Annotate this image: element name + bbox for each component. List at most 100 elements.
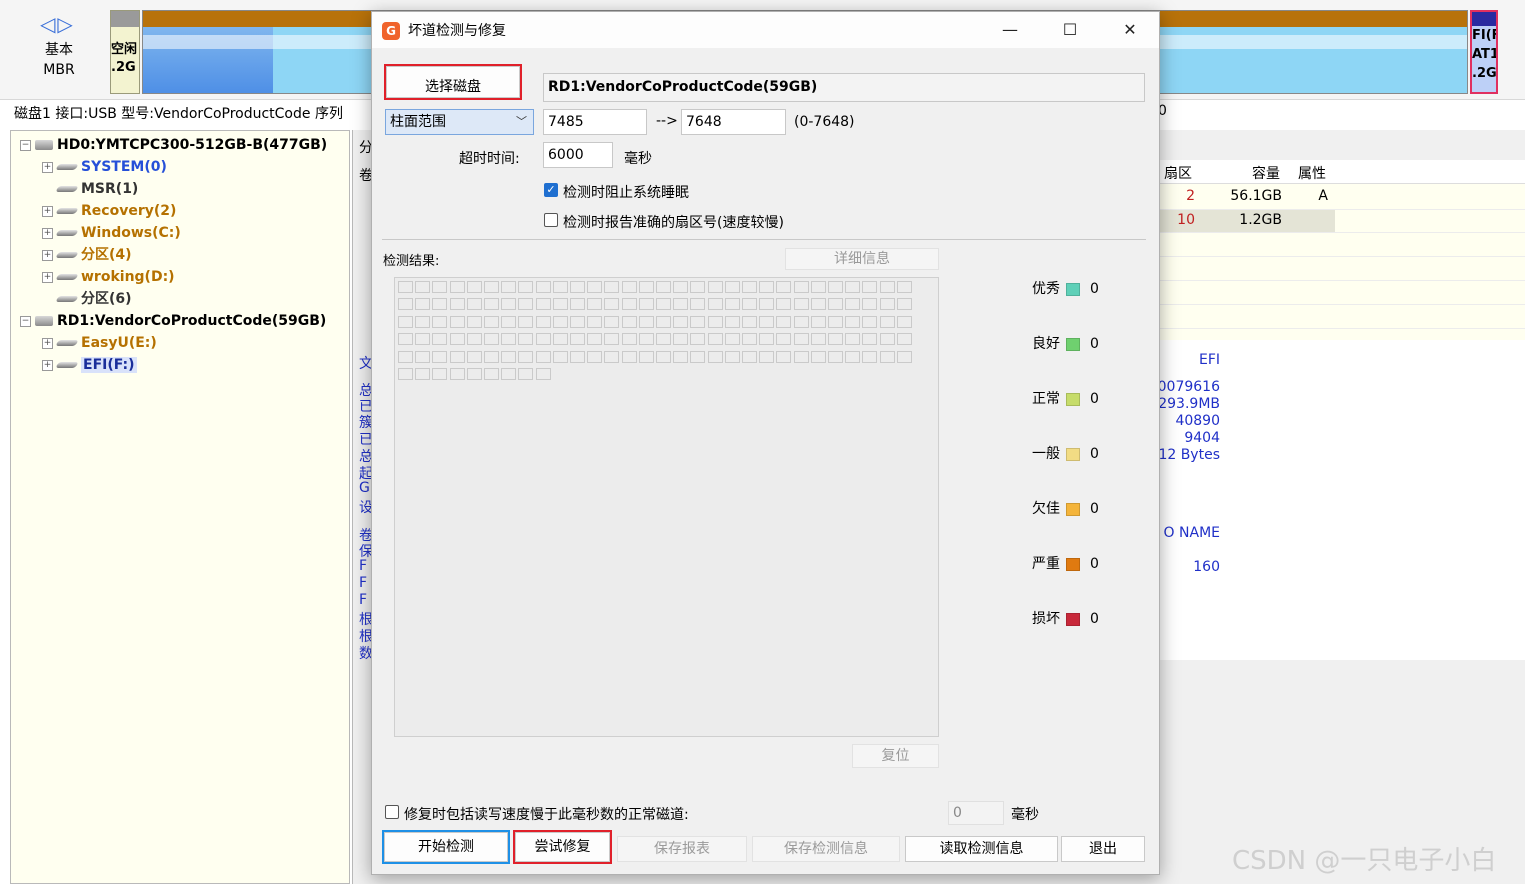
tree-partition-node[interactable]: + Recovery(2)	[42, 200, 176, 222]
separator	[382, 239, 1146, 240]
scan-block-cell	[724, 298, 740, 311]
timeout-input[interactable]: 6000	[543, 142, 613, 168]
tree-partition-node[interactable]: + SYSTEM(0)	[42, 156, 167, 178]
range-mode-select[interactable]: 柱面范围 ﹀	[385, 109, 534, 135]
dialog-title: 坏道检测与修复	[408, 23, 506, 39]
expand-toggle-icon[interactable]: +	[42, 337, 53, 349]
repair-slow-input[interactable]: 0	[948, 801, 1004, 825]
range-arrow: -->	[656, 113, 678, 129]
table-cell-attr: A	[1318, 188, 1328, 204]
range-end-input[interactable]: 7648	[681, 109, 786, 135]
maximize-button[interactable]: ☐	[1048, 16, 1092, 44]
legend-item: 良好 0	[1032, 333, 1099, 353]
legend-label: 正常	[1032, 391, 1060, 407]
expand-toggle-icon[interactable]: +	[42, 359, 53, 371]
scan-block-cell	[879, 298, 895, 311]
scan-block-cell	[776, 281, 792, 293]
scan-block-cell	[810, 298, 826, 311]
free-space-block[interactable]: 空闲 .2G	[110, 10, 140, 94]
save-scan-info-button[interactable]: 保存检测信息	[752, 836, 900, 862]
exit-button[interactable]: 退出	[1061, 836, 1145, 862]
scan-block-cell	[690, 350, 706, 363]
scan-block-cell	[535, 368, 551, 380]
scan-block-cell	[587, 315, 603, 328]
free-block-size: .2G	[111, 60, 136, 75]
expand-toggle-icon[interactable]: +	[42, 205, 53, 217]
scan-block-cell	[501, 315, 517, 328]
scan-block-cell	[793, 315, 809, 328]
scan-block-cell	[466, 368, 482, 380]
scan-block-cell	[466, 298, 482, 311]
scan-block-cell	[518, 281, 534, 293]
tree-partition-node[interactable]: + Windows(C:)	[42, 222, 181, 244]
nav-arrows-icon[interactable]: ◁▷	[40, 12, 75, 36]
scan-block-cell	[501, 368, 517, 380]
app-logo-icon: G	[382, 22, 400, 40]
partition-info-value: 160	[1193, 559, 1220, 575]
expand-toggle-icon[interactable]: +	[42, 161, 53, 173]
legend-item: 优秀 0	[1032, 278, 1099, 298]
table-cell-capacity: 1.2GB	[1239, 212, 1282, 228]
scan-block-cell	[845, 350, 861, 363]
scan-block-cell	[638, 333, 654, 346]
expand-toggle-icon[interactable]: +	[42, 249, 53, 261]
tree-partition-node[interactable]: MSR(1)	[42, 178, 138, 200]
scan-block-cell	[604, 315, 620, 328]
start-scan-button[interactable]: 开始检测	[382, 830, 510, 864]
scan-block-cell	[398, 315, 413, 328]
legend-label: 损坏	[1032, 611, 1060, 627]
minimize-button[interactable]: —	[988, 16, 1032, 44]
prevent-sleep-label: 检测时阻止系统睡眠	[563, 185, 689, 201]
tree-disk-node[interactable]: − RD1:VendorCoProductCode(59GB)	[20, 310, 326, 332]
scan-block-cell	[518, 298, 534, 311]
scan-block-cell	[879, 333, 895, 346]
tree-partition-node[interactable]: + EFI(F:)	[42, 354, 137, 376]
col-attr: 属性	[1298, 166, 1326, 182]
expand-toggle-icon[interactable]: −	[20, 139, 31, 151]
range-start-input[interactable]: 7485	[543, 109, 647, 135]
disk-type-label: 基本 MBR	[20, 40, 98, 80]
partition-icon	[55, 340, 79, 346]
scan-block-cell	[879, 281, 895, 293]
report-sector-checkbox[interactable]	[544, 213, 558, 227]
scan-block-cell	[724, 333, 740, 346]
reset-button[interactable]: 复位	[852, 744, 939, 768]
scan-block-cell	[501, 281, 517, 293]
scan-block-cell	[449, 333, 465, 346]
scan-block-cell	[604, 298, 620, 311]
tree-partition-node[interactable]: + wroking(D:)	[42, 266, 175, 288]
tree-partition-node[interactable]: 分区(6)	[42, 288, 132, 310]
partition-info-value: 0079616	[1157, 379, 1220, 395]
partition-icon	[55, 186, 79, 192]
legend-label: 优秀	[1032, 281, 1060, 297]
load-scan-info-button[interactable]: 读取检测信息	[905, 836, 1058, 862]
legend-label: 严重	[1032, 556, 1060, 572]
dialog-titlebar[interactable]: G 坏道检测与修复 — ☐ ✕	[372, 12, 1159, 48]
save-report-button[interactable]: 保存报表	[617, 836, 747, 862]
scan-block-cell	[552, 298, 568, 311]
scan-block-cell	[828, 350, 843, 363]
repair-slow-checkbox[interactable]	[385, 805, 399, 819]
disk-type-mbr: MBR	[43, 62, 75, 78]
scan-block-cell	[793, 281, 809, 293]
scan-block-cell	[415, 368, 431, 380]
expand-toggle-icon[interactable]: −	[20, 315, 31, 327]
tree-partition-node[interactable]: + 分区(4)	[42, 244, 132, 266]
expand-toggle-icon[interactable]: +	[42, 271, 53, 283]
select-disk-button[interactable]: 选择磁盘	[384, 64, 522, 100]
close-button[interactable]: ✕	[1108, 16, 1152, 44]
legend-count: 0	[1090, 611, 1099, 627]
detail-button[interactable]: 详细信息	[785, 248, 939, 270]
scan-block-cell	[484, 350, 499, 363]
prevent-sleep-checkbox[interactable]: ✓	[544, 183, 558, 197]
scan-block-cell	[896, 315, 912, 328]
tree-disk-node[interactable]: − HD0:YMTCPC300-512GB-B(477GB)	[20, 134, 327, 156]
try-repair-button[interactable]: 尝试修复	[513, 830, 612, 864]
scan-block-cell	[415, 315, 431, 328]
tree-partition-node[interactable]: + EasyU(E:)	[42, 332, 157, 354]
efi-partition-block[interactable]: FI(F AT1 .2G	[1470, 10, 1498, 94]
legend-count: 0	[1090, 391, 1099, 407]
selected-disk-field: RD1:VendorCoProductCode(59GB)	[543, 73, 1145, 102]
expand-toggle-icon[interactable]: +	[42, 227, 53, 239]
scan-block-cell	[587, 298, 603, 311]
